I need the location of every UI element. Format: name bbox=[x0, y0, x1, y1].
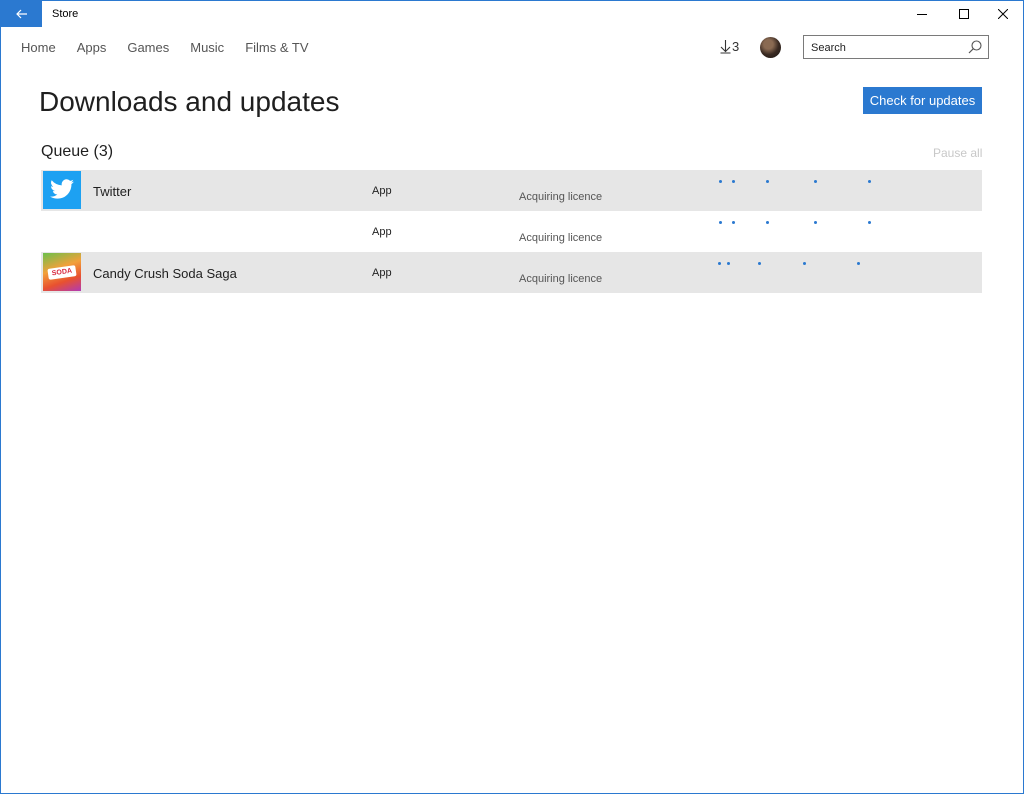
close-button[interactable] bbox=[983, 1, 1023, 27]
title-bar: Store bbox=[1, 1, 1023, 31]
app-type: App bbox=[372, 226, 392, 238]
progress-dots bbox=[717, 262, 887, 267]
progress-dot bbox=[857, 262, 860, 265]
progress-dot bbox=[727, 262, 730, 265]
download-queue: Twitter App Acquiring licence App Acquir… bbox=[41, 170, 982, 293]
queue-row-candy-crush[interactable]: SODA Candy Crush Soda Saga App Acquiring… bbox=[41, 252, 982, 293]
search-box bbox=[803, 35, 989, 59]
window-border bbox=[0, 0, 1024, 794]
page-title: Downloads and updates bbox=[39, 86, 340, 117]
candy-crush-icon: SODA bbox=[43, 253, 81, 291]
search-icon[interactable] bbox=[968, 40, 982, 54]
arrow-left-icon bbox=[15, 9, 27, 19]
app-name: Candy Crush Soda Saga bbox=[93, 266, 237, 281]
progress-dot bbox=[868, 221, 871, 224]
download-status: Acquiring licence bbox=[519, 273, 603, 285]
maximize-button[interactable] bbox=[944, 1, 984, 27]
queue-heading: Queue (3) bbox=[41, 143, 114, 160]
app-name: Twitter bbox=[93, 184, 132, 199]
progress-dot bbox=[814, 180, 817, 183]
downloads-count: 3 bbox=[732, 39, 740, 54]
nav-home[interactable]: Home bbox=[21, 40, 56, 56]
search-input[interactable] bbox=[811, 40, 961, 56]
app-type: App bbox=[372, 267, 392, 279]
twitter-icon bbox=[43, 171, 81, 209]
progress-dots bbox=[717, 221, 887, 226]
download-status: Acquiring licence bbox=[519, 232, 603, 244]
minimize-button[interactable] bbox=[902, 1, 942, 27]
queue-row-unnamed[interactable]: App Acquiring licence bbox=[41, 211, 982, 252]
nav-music[interactable]: Music bbox=[190, 40, 224, 56]
avatar[interactable] bbox=[760, 37, 781, 58]
nav-films-tv[interactable]: Films & TV bbox=[245, 40, 308, 56]
progress-dot bbox=[766, 221, 769, 224]
queue-row-twitter[interactable]: Twitter App Acquiring licence bbox=[41, 170, 982, 211]
progress-dot bbox=[718, 262, 721, 265]
progress-dot bbox=[766, 180, 769, 183]
progress-dot bbox=[719, 180, 722, 183]
app-type: App bbox=[372, 185, 392, 197]
maximize-icon bbox=[959, 9, 969, 19]
minimize-icon bbox=[917, 14, 927, 15]
progress-dot bbox=[732, 221, 735, 224]
progress-dot bbox=[814, 221, 817, 224]
progress-dot bbox=[803, 262, 806, 265]
back-button[interactable] bbox=[1, 1, 42, 27]
pause-all-button[interactable]: Pause all bbox=[933, 146, 982, 160]
nav-apps[interactable]: Apps bbox=[77, 40, 107, 56]
progress-dots bbox=[717, 180, 887, 185]
progress-dot bbox=[719, 221, 722, 224]
download-arrow-icon bbox=[720, 40, 731, 54]
progress-dot bbox=[758, 262, 761, 265]
download-status: Acquiring licence bbox=[519, 191, 603, 203]
main-nav: Home Apps Games Music Films & TV bbox=[21, 40, 330, 56]
candy-crush-logo-text: SODA bbox=[47, 265, 77, 280]
check-for-updates-button[interactable]: Check for updates bbox=[863, 87, 982, 114]
nav-games[interactable]: Games bbox=[127, 40, 169, 56]
app-title: Store bbox=[52, 8, 79, 20]
progress-dot bbox=[732, 180, 735, 183]
close-icon bbox=[998, 9, 1008, 19]
downloads-indicator[interactable]: 3 bbox=[720, 39, 739, 54]
progress-dot bbox=[868, 180, 871, 183]
